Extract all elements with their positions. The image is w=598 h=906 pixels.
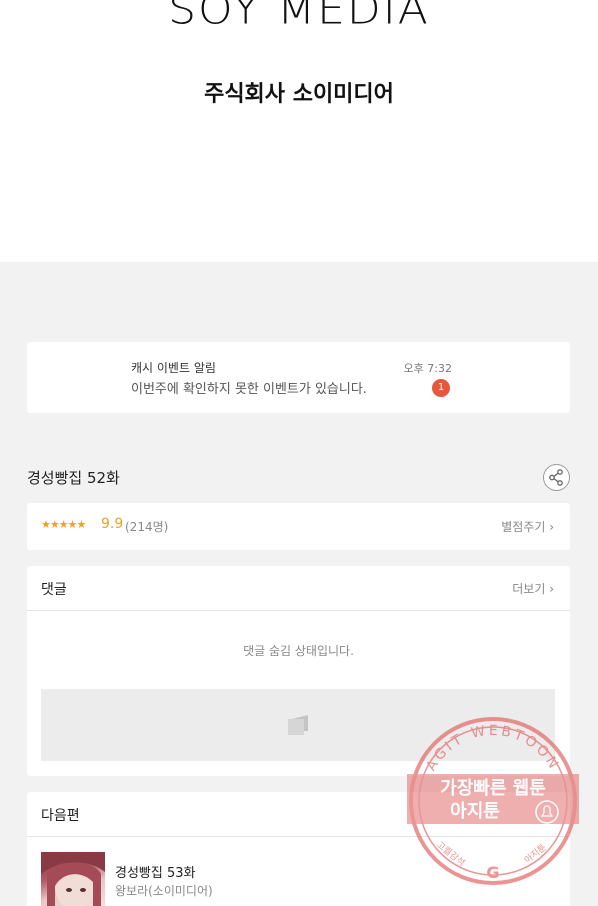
comments-more-button[interactable]: 더보기 › [512, 580, 554, 597]
company-name: 주식회사 소이미디어 [204, 82, 394, 107]
episode-title: 경성빵집 52화 [27, 469, 120, 487]
rating-count: (214명) [125, 520, 169, 534]
next-episode-title[interactable]: 경성빵집 53화 [115, 862, 195, 881]
publisher-banner: SOY MEDIA 주식회사 소이미디어 [0, 0, 598, 262]
next-episode-section: 다음편 경성빵집 53화 왕보라(소이미디어) [27, 792, 570, 906]
rating-stars: ★★★★★ [41, 518, 86, 531]
notification-message: 이번주에 확인하지 못한 이벤트가 있습니다. [131, 382, 367, 397]
cash-event-notification[interactable]: 캐시 이벤트 알림 이번주에 확인하지 못한 이벤트가 있습니다. 오후 7:3… [27, 342, 570, 413]
notification-title: 캐시 이벤트 알림 [131, 361, 216, 375]
comments-section: 댓글 더보기 › 댓글 숨김 상태입니다. [27, 566, 570, 776]
rate-button[interactable]: 별점주기 › [501, 518, 554, 535]
notification-time: 오후 7:32 [403, 362, 452, 375]
ad-placeholder [41, 689, 555, 761]
notification-badge: 1 [432, 379, 450, 397]
next-episode-author: 왕보라(소이미디어) [115, 884, 213, 898]
image-placeholder-icon [288, 715, 308, 735]
comments-header: 댓글 더보기 › [27, 566, 570, 611]
share-icon [549, 469, 563, 486]
rating-card: ★★★★★ 9.9 (214명) 별점주기 › [27, 503, 570, 550]
share-button[interactable] [543, 464, 570, 491]
publisher-logo: SOY MEDIA [168, 0, 430, 34]
rating-score: 9.9 [101, 516, 124, 532]
comments-title: 댓글 [41, 582, 67, 598]
comments-hidden-message: 댓글 숨김 상태입니다. [243, 644, 354, 658]
next-episode-header: 다음편 [27, 792, 570, 837]
next-episode-section-title: 다음편 [41, 808, 80, 824]
next-episode-thumbnail[interactable] [41, 852, 105, 906]
